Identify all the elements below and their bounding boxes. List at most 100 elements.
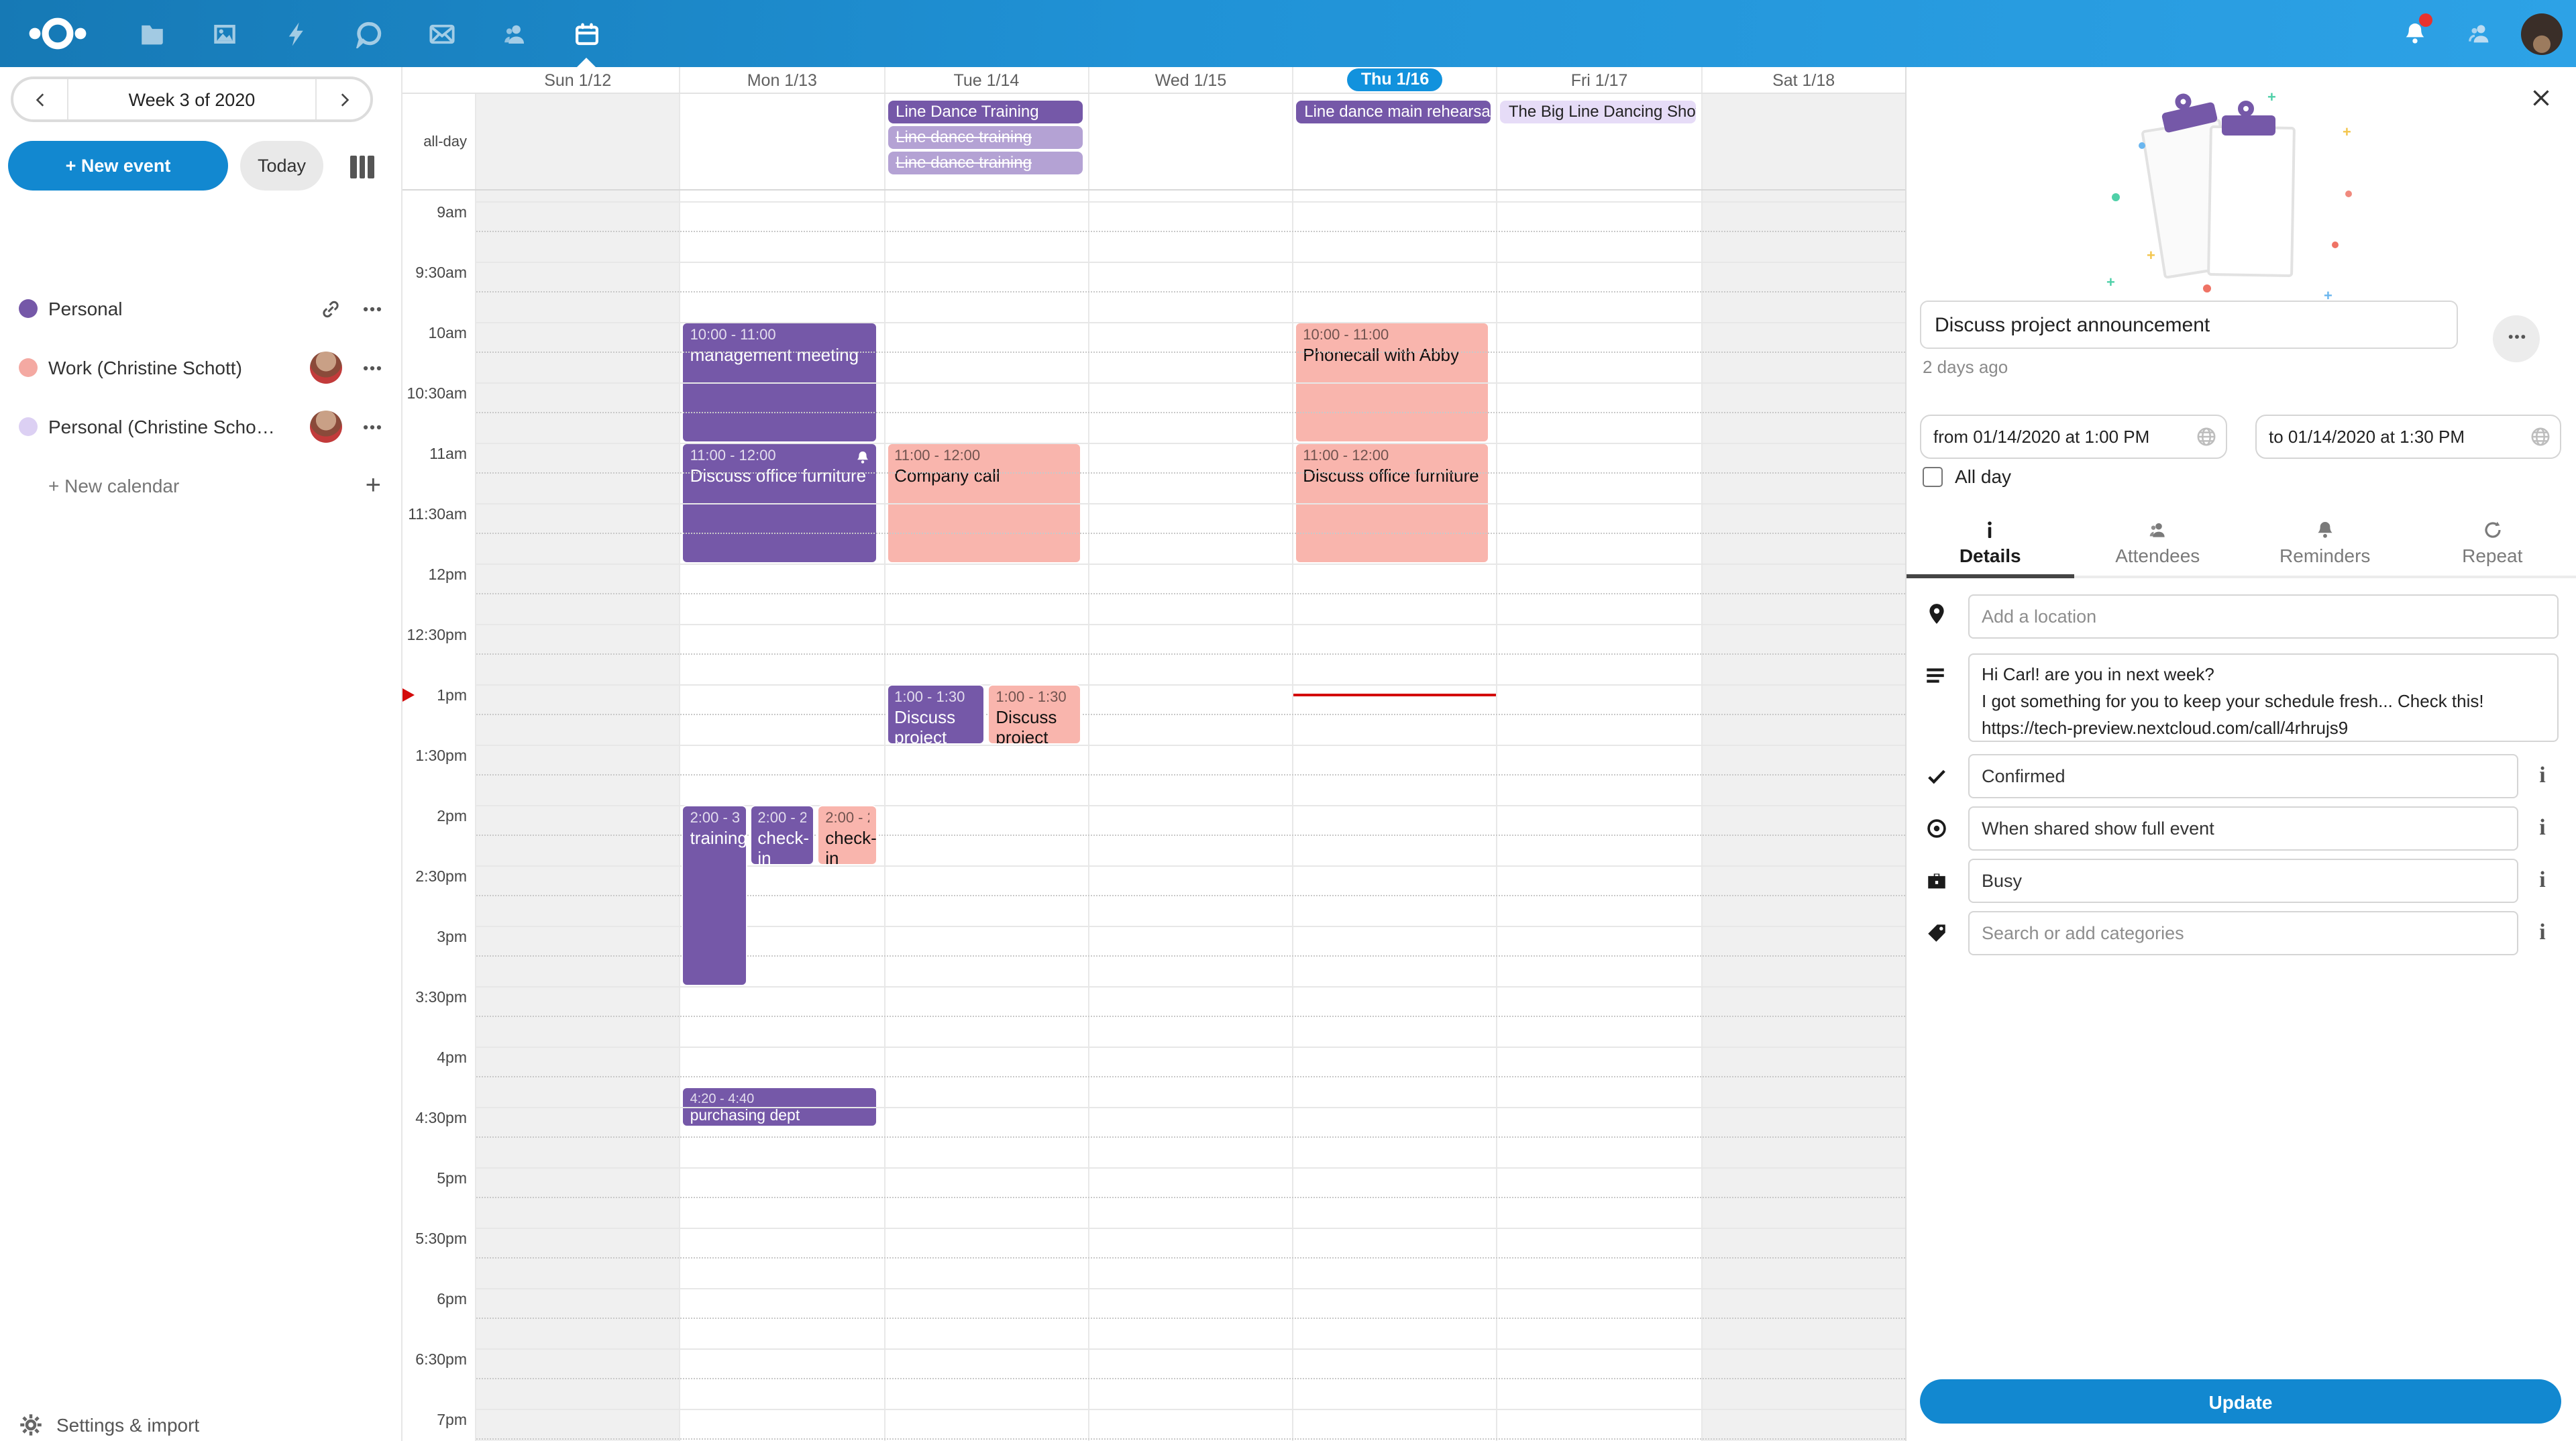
all-day-cell[interactable] <box>1089 94 1294 189</box>
categories-input[interactable] <box>1968 911 2518 955</box>
share-link-icon[interactable] <box>319 297 342 320</box>
all-day-cell[interactable] <box>476 94 681 189</box>
timezone-globe-icon[interactable] <box>2195 425 2218 448</box>
calendar-actions-menu[interactable] <box>361 297 384 320</box>
today-button[interactable]: Today <box>240 141 323 191</box>
event-title-input[interactable] <box>1920 301 2458 349</box>
end-date-field <box>2255 415 2561 459</box>
event-title: check-in <box>825 827 869 865</box>
event-title: Company call <box>894 465 1073 486</box>
app-activity[interactable] <box>260 0 333 67</box>
app-calendar[interactable] <box>550 0 623 67</box>
next-week-button[interactable] <box>317 79 370 119</box>
new-calendar-button[interactable]: + New calendar + <box>0 459 402 513</box>
description-textarea[interactable]: Hi Carl! are you in next week? I got som… <box>1968 653 2559 742</box>
day-header-wed[interactable]: Wed 1/15 <box>1089 67 1294 93</box>
day-column[interactable] <box>476 191 681 1441</box>
day-header-sat[interactable]: Sat 1/18 <box>1702 67 1905 93</box>
visibility-select[interactable] <box>1968 806 2518 851</box>
chevron-left-icon <box>32 91 49 108</box>
start-date-input[interactable] <box>1920 415 2227 459</box>
new-event-button[interactable]: + New event <box>8 141 228 191</box>
day-header-label: Sat 1/18 <box>1772 70 1835 89</box>
all-day-checkbox[interactable] <box>1923 466 1943 486</box>
day-header-sun[interactable]: Sun 1/12 <box>476 67 681 93</box>
day-header-tue[interactable]: Tue 1/14 <box>885 67 1089 93</box>
day-header-fri[interactable]: Fri 1/17 <box>1498 67 1703 93</box>
settings-import-button[interactable]: Settings & import <box>0 1398 402 1441</box>
calendar-event[interactable]: 2:00 - 2:30check-in <box>817 804 877 865</box>
status-info-icon[interactable]: i <box>2532 761 2553 790</box>
event-time-label: 1:00 - 1:30 <box>996 689 1073 705</box>
calendar-event[interactable]: 2:00 - 3:30training <box>682 804 747 985</box>
calendar-actions-menu[interactable] <box>361 415 384 438</box>
status-select[interactable] <box>1968 754 2518 798</box>
event-time-label: 4:20 - 4:40 <box>690 1091 869 1106</box>
user-avatar[interactable] <box>2521 13 2563 54</box>
close-panel-button[interactable] <box>2525 83 2557 115</box>
calendar-event[interactable]: 1:00 - 1:30Discuss project announcement <box>886 684 985 744</box>
contacts-menu-button[interactable] <box>2457 0 2502 67</box>
day-column[interactable] <box>1498 191 1703 1441</box>
day-header-label: Mon 1/13 <box>747 70 817 89</box>
mail-icon <box>427 19 455 48</box>
week-view-toggle-icon[interactable] <box>346 150 378 182</box>
availability-info-icon[interactable]: i <box>2532 865 2553 895</box>
all-day-cell[interactable]: Line Dance Training Line dance training Li… <box>885 94 1089 189</box>
calendar-list-item[interactable]: Personal (Christine Scho… <box>0 400 402 453</box>
event-time-label: 11:00 - 12:00 <box>1303 447 1482 464</box>
all-day-cell[interactable] <box>1702 94 1905 189</box>
update-button[interactable]: Update <box>1920 1379 2561 1424</box>
app-mail[interactable] <box>405 0 478 67</box>
day-column[interactable] <box>1702 191 1905 1441</box>
tab-attendees[interactable]: Attendees <box>2074 510 2242 576</box>
all-day-checkbox-row: All day <box>1923 466 2011 487</box>
time-label: 10am <box>428 325 467 341</box>
calendar-event[interactable]: 2:00 - 2:30check-in <box>749 804 814 865</box>
repeat-icon <box>2481 519 2503 541</box>
day-column[interactable] <box>1089 191 1294 1441</box>
week-label[interactable]: Week 3 of 2020 <box>67 79 317 119</box>
all-day-event[interactable]: The Big Line Dancing Show <box>1501 101 1696 123</box>
clipboard-clip-icon <box>2222 115 2275 136</box>
more-options-button[interactable] <box>2493 315 2540 362</box>
categories-info-icon[interactable]: i <box>2532 918 2553 947</box>
calendar-icon <box>572 19 600 48</box>
all-day-cell[interactable]: The Big Line Dancing Show <box>1498 94 1703 189</box>
time-label: 4:30pm <box>415 1110 467 1126</box>
calendar-list-item[interactable]: Work (Christine Schott) <box>0 341 402 394</box>
app-photos[interactable] <box>188 0 260 67</box>
end-date-input[interactable] <box>2255 415 2561 459</box>
day-column[interactable]: 10:00 - 11:00Phonecall with Abby11:00 - … <box>1293 191 1498 1441</box>
all-day-cell[interactable]: Line dance main rehearsal <box>1293 94 1498 189</box>
all-day-event[interactable]: Line dance main rehearsal <box>1296 101 1491 123</box>
all-day-cell[interactable] <box>681 94 885 189</box>
all-day-event[interactable]: Line dance training <box>888 152 1083 174</box>
day-header-thu[interactable]: Thu 1/16 <box>1293 67 1498 93</box>
calendar-event[interactable]: 1:00 - 1:30Discuss project <box>987 684 1081 744</box>
location-input[interactable] <box>1968 594 2559 639</box>
nextcloud-logo-icon[interactable] <box>24 15 91 52</box>
day-header-mon[interactable]: Mon 1/13 <box>681 67 885 93</box>
calendar-list-item[interactable]: Personal <box>0 282 402 335</box>
all-day-event[interactable]: Line dance training <box>888 126 1083 149</box>
reminder-bell-icon <box>854 449 870 465</box>
app-talk[interactable] <box>333 0 405 67</box>
app-contacts[interactable] <box>478 0 550 67</box>
tab-repeat[interactable]: Repeat <box>2409 510 2576 576</box>
app-files[interactable] <box>115 0 188 67</box>
calendar-name: Personal <box>48 298 319 319</box>
day-column[interactable]: 10:00 - 11:00management meeting11:00 - 1… <box>681 191 885 1441</box>
calendar-row-actions <box>319 297 384 320</box>
new-calendar-label: + New calendar <box>48 475 366 496</box>
calendar-actions-menu[interactable] <box>361 356 384 379</box>
visibility-info-icon[interactable]: i <box>2532 813 2553 843</box>
timezone-globe-icon[interactable] <box>2529 425 2552 448</box>
availability-select[interactable] <box>1968 859 2518 903</box>
tab-details[interactable]: Details <box>1907 510 2074 576</box>
previous-week-button[interactable] <box>13 79 67 119</box>
day-column[interactable]: 11:00 - 12:00Company call1:00 - 1:30Disc… <box>885 191 1089 1441</box>
notifications-button[interactable] <box>2392 0 2438 67</box>
all-day-event[interactable]: Line Dance Training <box>888 101 1083 123</box>
tab-reminders[interactable]: Reminders <box>2241 510 2409 576</box>
